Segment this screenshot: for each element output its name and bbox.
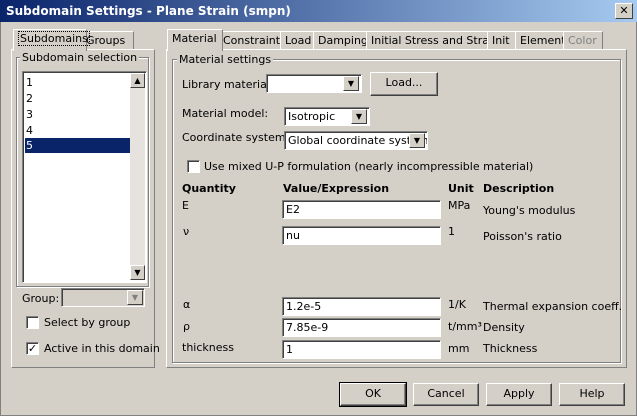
header-value: Value/Expression bbox=[283, 182, 390, 195]
ok-button[interactable]: OK bbox=[339, 382, 407, 407]
tab-color-label: Color bbox=[568, 34, 597, 47]
apply-button[interactable]: Apply bbox=[486, 383, 552, 406]
coordinate-system-dropdown-button[interactable]: ▼ bbox=[409, 133, 425, 148]
value-text: nu bbox=[286, 229, 300, 242]
value-input-alpha[interactable]: 1.2e-5 bbox=[282, 297, 441, 316]
cancel-button-label: Cancel bbox=[427, 387, 465, 400]
unit-label: MPa bbox=[448, 199, 471, 212]
material-model-label: Material model: bbox=[182, 107, 269, 120]
ok-button-label: OK bbox=[365, 387, 381, 400]
close-icon: ✕ bbox=[619, 4, 629, 17]
active-in-domain-checkbox[interactable]: ✓ bbox=[26, 342, 39, 355]
window-title: Subdomain Settings - Plane Strain (smpn) bbox=[6, 4, 291, 18]
value-input-rho[interactable]: 7.85e-9 bbox=[282, 318, 441, 337]
help-button-label: Help bbox=[579, 387, 605, 400]
list-item-selected[interactable]: 5 bbox=[25, 138, 130, 153]
active-in-domain-label: Active in this domain bbox=[44, 342, 160, 355]
value-text: E2 bbox=[286, 203, 300, 216]
tab-initial-stress-strain-label: Initial Stress and Strain bbox=[371, 34, 500, 47]
unit-label: mm bbox=[448, 342, 470, 355]
material-model-select[interactable]: Isotropic ▼ bbox=[284, 107, 370, 126]
mixed-up-label: Use mixed U-P formulation (nearly incomp… bbox=[204, 160, 534, 173]
header-quantity: Quantity bbox=[182, 182, 236, 195]
description-label: Density bbox=[483, 321, 525, 334]
tab-init-label: Init bbox=[492, 34, 510, 47]
list-item[interactable]: 1 bbox=[25, 75, 130, 90]
group-field-label: Group: bbox=[22, 292, 60, 305]
select-by-group-checkbox[interactable] bbox=[26, 316, 39, 329]
material-model-value: Isotropic bbox=[288, 110, 336, 123]
description-label: Poisson's ratio bbox=[483, 230, 562, 243]
tab-damping[interactable]: Damping bbox=[313, 31, 373, 50]
library-material-combobox[interactable]: ▼ bbox=[266, 74, 362, 93]
list-item[interactable]: 2 bbox=[25, 91, 130, 106]
tab-material-label: Material bbox=[172, 32, 217, 45]
quantity-label: α bbox=[183, 298, 191, 311]
tab-constraint-label: Constraint bbox=[223, 34, 281, 47]
tab-constraint[interactable]: Constraint bbox=[218, 31, 286, 50]
title-bar[interactable]: Subdomain Settings - Plane Strain (smpn)… bbox=[0, 0, 637, 22]
coordinate-system-label: Coordinate system: bbox=[182, 131, 290, 144]
chevron-down-icon: ▼ bbox=[131, 293, 139, 302]
description-label: Young's modulus bbox=[483, 204, 576, 217]
tab-subdomains[interactable]: Subdomains bbox=[13, 29, 90, 51]
material-settings-label: Material settings bbox=[177, 53, 274, 66]
quantity-label: thickness bbox=[182, 341, 234, 354]
tab-subdomains-label: Subdomains bbox=[18, 31, 90, 46]
list-item[interactable]: 3 bbox=[25, 107, 130, 122]
tab-load-label: Load bbox=[285, 34, 312, 47]
list-scrollbar[interactable]: ▲ ▼ bbox=[130, 73, 145, 280]
tab-element-label: Element bbox=[520, 34, 566, 47]
cancel-button[interactable]: Cancel bbox=[413, 383, 479, 406]
load-button[interactable]: Load... bbox=[370, 72, 438, 96]
mixed-up-checkbox[interactable] bbox=[187, 160, 200, 173]
coordinate-system-select[interactable]: Global coordinate system ▼ bbox=[284, 131, 428, 150]
tab-element[interactable]: Element bbox=[515, 31, 570, 50]
help-button[interactable]: Help bbox=[559, 383, 625, 406]
arrow-down-icon: ▼ bbox=[134, 268, 141, 277]
chevron-down-icon: ▼ bbox=[413, 136, 421, 145]
unit-label: t/mm³ bbox=[448, 320, 482, 333]
description-label: Thermal expansion coeff. bbox=[483, 300, 623, 313]
list-item[interactable]: 4 bbox=[25, 123, 130, 138]
library-material-label: Library material: bbox=[182, 78, 274, 91]
chevron-down-icon: ▼ bbox=[355, 112, 363, 121]
tab-material[interactable]: Material bbox=[167, 29, 223, 51]
value-input-thickness[interactable]: 1 bbox=[282, 340, 441, 359]
scroll-up-button[interactable]: ▲ bbox=[130, 73, 145, 88]
load-button-label: Load... bbox=[385, 76, 423, 89]
value-input-nu[interactable]: nu bbox=[282, 226, 441, 245]
unit-label: 1/K bbox=[448, 298, 466, 311]
scroll-down-button[interactable]: ▼ bbox=[130, 265, 145, 280]
subdomain-listbox[interactable]: 1 2 3 4 5 ▲ ▼ bbox=[22, 71, 147, 283]
coordinate-system-value: Global coordinate system bbox=[288, 134, 428, 147]
description-label: Thickness bbox=[483, 342, 538, 355]
header-unit: Unit bbox=[448, 182, 474, 195]
chevron-down-icon: ▼ bbox=[347, 79, 355, 88]
material-model-dropdown-button[interactable]: ▼ bbox=[351, 109, 367, 124]
unit-label: 1 bbox=[448, 225, 455, 238]
quantity-label: ν bbox=[183, 225, 190, 238]
value-text: 7.85e-9 bbox=[286, 321, 329, 334]
tab-color[interactable]: Color bbox=[563, 31, 603, 50]
header-description: Description bbox=[483, 182, 555, 195]
tab-damping-label: Damping bbox=[318, 34, 368, 47]
arrow-up-icon: ▲ bbox=[134, 76, 141, 85]
quantity-label: ρ bbox=[183, 320, 190, 333]
library-material-dropdown-button[interactable]: ▼ bbox=[343, 76, 359, 91]
group-combobox-button[interactable]: ▼ bbox=[127, 290, 143, 305]
apply-button-label: Apply bbox=[503, 387, 535, 400]
close-button[interactable]: ✕ bbox=[615, 3, 633, 19]
value-text: 1 bbox=[286, 343, 293, 356]
select-by-group-label: Select by group bbox=[44, 316, 131, 329]
tab-initial-stress-strain[interactable]: Initial Stress and Strain bbox=[366, 31, 499, 50]
quantity-label: E bbox=[182, 199, 189, 212]
value-input-E[interactable]: E2 bbox=[282, 200, 441, 219]
group-combobox[interactable]: ▼ bbox=[61, 288, 145, 307]
tab-groups-label: Groups bbox=[86, 34, 126, 47]
subdomain-selection-label: Subdomain selection bbox=[20, 51, 140, 64]
value-text: 1.2e-5 bbox=[286, 300, 322, 313]
checkmark-icon: ✓ bbox=[27, 342, 38, 355]
